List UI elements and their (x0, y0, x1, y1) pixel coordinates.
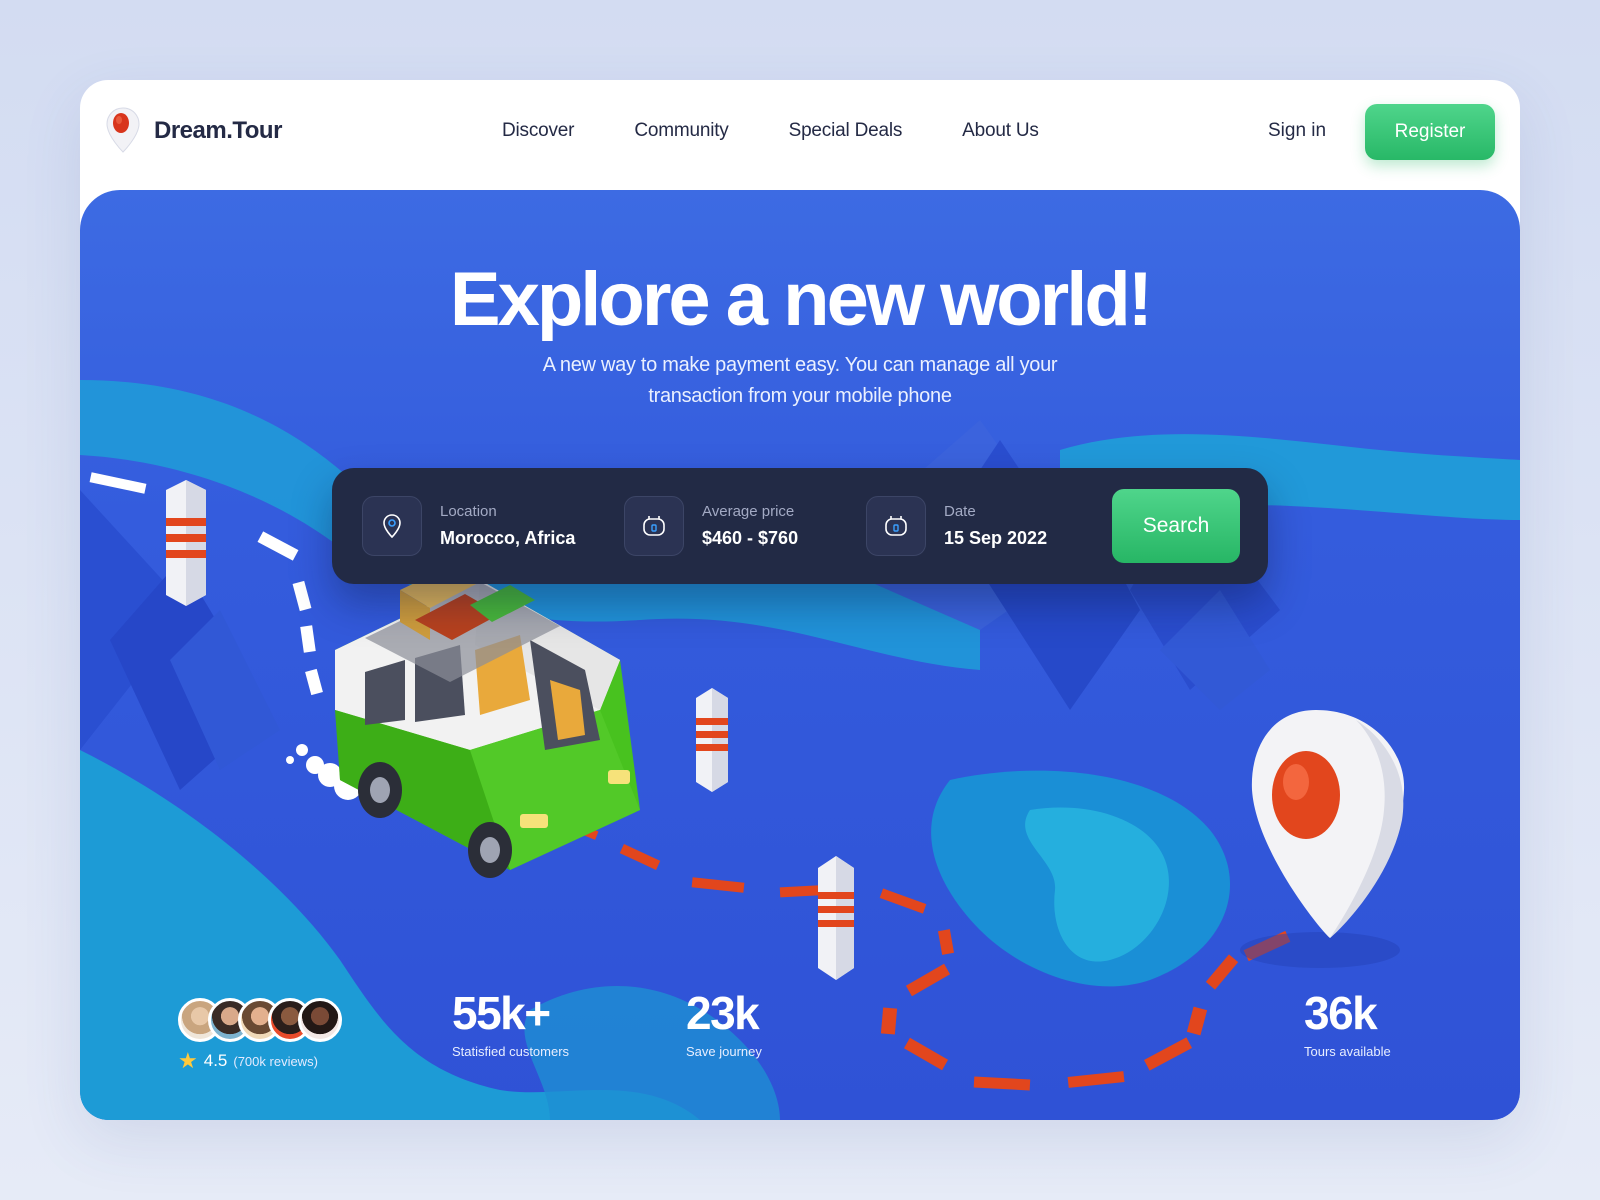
milestone-post (818, 856, 854, 980)
sign-in-link[interactable]: Sign in (1268, 120, 1326, 142)
nav-link-community[interactable]: Community (634, 120, 728, 142)
main-nav: Discover Community Special Deals About U… (502, 120, 1039, 142)
date-label: Date (944, 503, 976, 520)
rating-count: (700k reviews) (233, 1053, 318, 1069)
date-field[interactable]: Date 15 Sep 2022 (866, 496, 1047, 556)
page-card: Dream.Tour Discover Community Special De… (80, 80, 1520, 1120)
nav-link-about-us[interactable]: About Us (962, 120, 1039, 142)
hero-title: Explore a new world! (449, 257, 1153, 342)
register-button[interactable]: Register (1365, 104, 1495, 160)
hero-section: Explore a new world! A new way to make p… (80, 190, 1520, 1120)
top-navbar: Dream.Tour Discover Community Special De… (80, 80, 1520, 190)
hero-subtitle-line-2: transaction from your mobile phone (648, 385, 952, 407)
customer-rating: ★ 4.5 (700k reviews) (178, 998, 342, 1074)
stat-number: 23k (686, 987, 760, 1039)
milestone-post (166, 480, 206, 606)
stat-number: 55k+ (452, 987, 551, 1039)
location-value: Morocco, Africa (440, 528, 576, 548)
stat-tours-available: 36k Tours available (1304, 986, 1391, 1059)
location-field[interactable]: Location Morocco, Africa (362, 496, 575, 556)
stat-label: Tours available (1304, 1044, 1391, 1059)
nav-link-special-deals[interactable]: Special Deals (789, 120, 903, 142)
price-field[interactable]: Average price $460 - $760 (624, 496, 798, 556)
wallet-icon (624, 496, 684, 556)
calendar-icon (866, 496, 926, 556)
rating-value: 4.5 (203, 1051, 228, 1070)
price-label: Average price (702, 503, 795, 520)
brand-logo[interactable]: Dream.Tour (104, 106, 282, 156)
search-button[interactable]: Search (1112, 489, 1240, 563)
map-pin-logo-icon (106, 107, 140, 153)
search-bar: Location Morocco, Africa Average price $… (332, 468, 1268, 584)
location-label: Location (440, 503, 497, 520)
stat-label: Save journey (686, 1044, 762, 1059)
stat-label: Statisfied customers (452, 1044, 570, 1059)
stat-save-journey: 23k Save journey (686, 986, 762, 1059)
location-pin-icon (362, 496, 422, 556)
brand-name: Dream.Tour (154, 117, 282, 144)
hero-subtitle: A new way to make payment easy. You can … (500, 350, 1100, 412)
milestone-post (696, 688, 728, 792)
price-value: $460 - $760 (702, 528, 799, 548)
nav-link-discover[interactable]: Discover (502, 120, 575, 142)
stat-satisfied-customers: 55k+ Statisfied customers (452, 986, 569, 1059)
big-location-pin-illustration (1240, 710, 1405, 968)
hero-subtitle-line-1: A new way to make payment easy. You can … (542, 354, 1058, 376)
date-value: 15 Sep 2022 (944, 528, 1048, 548)
star-icon: ★ (178, 1048, 198, 1073)
stat-number: 36k (1304, 987, 1378, 1039)
rating-row: ★ 4.5 (700k reviews) (178, 1048, 328, 1074)
avatar (298, 998, 342, 1042)
avatar-group (178, 998, 342, 1042)
